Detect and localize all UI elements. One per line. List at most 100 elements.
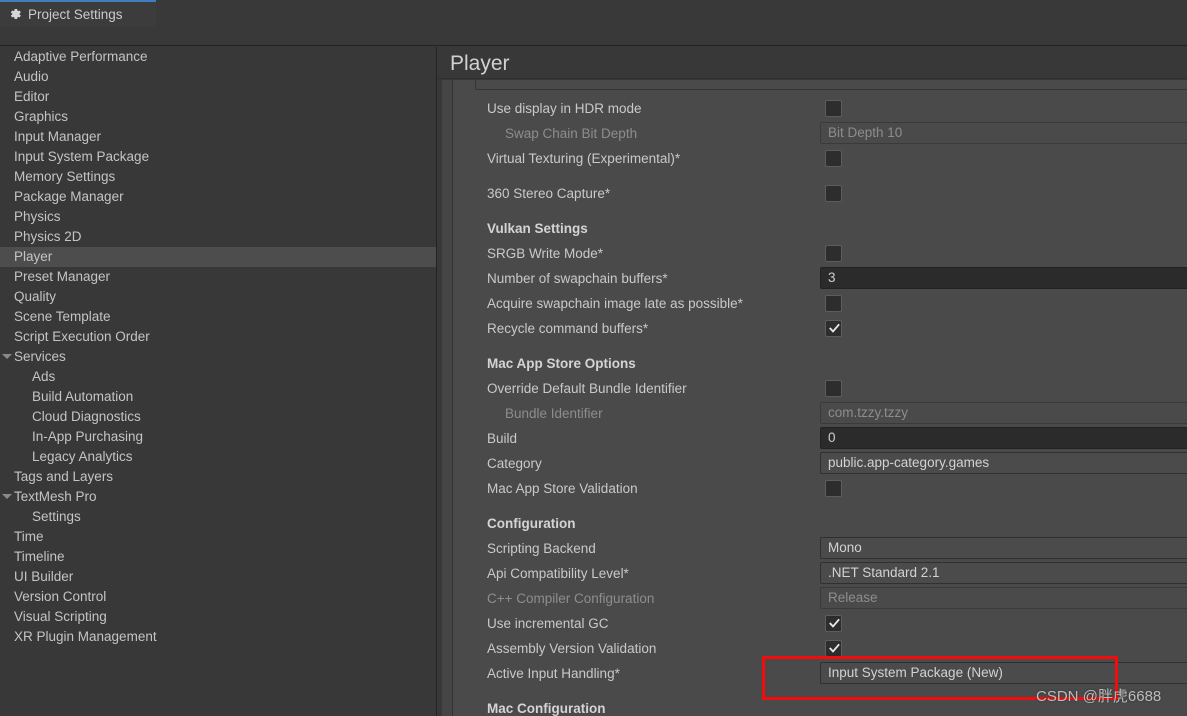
checkbox-assembly-version-validation[interactable] xyxy=(825,640,842,657)
sidebar-item-timeline[interactable]: Timeline xyxy=(0,547,436,567)
page-title: Player xyxy=(438,47,1187,79)
sidebar-item-services[interactable]: Services xyxy=(0,347,436,367)
sidebar-item-label: Physics 2D xyxy=(14,229,82,244)
sidebar-item-script-execution-order[interactable]: Script Execution Order xyxy=(0,327,436,347)
dropdown-api-compatibility-level[interactable]: .NET Standard 2.1 xyxy=(820,562,1187,584)
setting-row-srgb-write-mode: SRGB Write Mode* xyxy=(453,241,1187,266)
sidebar-item-build-automation[interactable]: Build Automation xyxy=(0,387,436,407)
toolbar-strip xyxy=(0,26,1187,46)
input-build[interactable]: 0 xyxy=(820,427,1187,449)
checkbox-use-incremental-gc[interactable] xyxy=(825,615,842,632)
setting-row-mac-app-store-validation: Mac App Store Validation xyxy=(453,476,1187,501)
sidebar-item-legacy-analytics[interactable]: Legacy Analytics xyxy=(0,447,436,467)
checkbox-360-stereo-capture[interactable] xyxy=(825,185,842,202)
sidebar-item-visual-scripting[interactable]: Visual Scripting xyxy=(0,607,436,627)
setting-label: C++ Compiler Configuration xyxy=(487,591,655,606)
setting-row-override-default-bundle-identifier: Override Default Bundle Identifier xyxy=(453,376,1187,401)
setting-row-c-compiler-configuration: C++ Compiler Configuration Release xyxy=(453,586,1187,611)
section-header-label: Configuration xyxy=(487,516,576,531)
setting-label: Use incremental GC xyxy=(487,616,609,631)
sidebar-item-settings[interactable]: Settings xyxy=(0,507,436,527)
checkbox-use-display-in-hdr-mode[interactable] xyxy=(825,100,842,117)
sidebar-item-time[interactable]: Time xyxy=(0,527,436,547)
sidebar-item-label: Adaptive Performance xyxy=(14,49,148,64)
chevron-down-icon[interactable] xyxy=(2,354,12,359)
sidebar-item-cloud-diagnostics[interactable]: Cloud Diagnostics xyxy=(0,407,436,427)
sidebar-item-label: Cloud Diagnostics xyxy=(32,409,141,424)
sidebar-item-audio[interactable]: Audio xyxy=(0,67,436,87)
sidebar-item-package-manager[interactable]: Package Manager xyxy=(0,187,436,207)
tab-project-settings[interactable]: Project Settings xyxy=(0,0,156,26)
dropdown-active-input-handling[interactable]: Input System Package (New) xyxy=(820,662,1187,684)
sidebar-item-label: Audio xyxy=(14,69,49,84)
sidebar-item-in-app-purchasing[interactable]: In-App Purchasing xyxy=(0,427,436,447)
sidebar-item-editor[interactable]: Editor xyxy=(0,87,436,107)
sidebar-item-label: Tags and Layers xyxy=(14,469,114,484)
checkbox-mac-app-store-validation[interactable] xyxy=(825,480,842,497)
sidebar-item-graphics[interactable]: Graphics xyxy=(0,107,436,127)
settings-category-list[interactable]: Adaptive Performance Audio Editor Graphics I… xyxy=(0,47,437,716)
gear-icon xyxy=(10,8,21,20)
sidebar-item-label: Ads xyxy=(32,369,56,384)
setting-row-swap-chain-bit-depth: Swap Chain Bit Depth Bit Depth 10 xyxy=(453,121,1187,146)
sidebar-item-textmesh-pro[interactable]: TextMesh Pro xyxy=(0,487,436,507)
sidebar-item-tags-and-layers[interactable]: Tags and Layers xyxy=(0,467,436,487)
section-header-mac-app-store-options: Mac App Store Options xyxy=(453,351,1187,376)
setting-row-acquire-swapchain-image-late-as-possible: Acquire swapchain image late as possible… xyxy=(453,291,1187,316)
setting-label: Api Compatibility Level* xyxy=(487,566,629,581)
checkbox-acquire-swapchain-image-late-as-possible[interactable] xyxy=(825,295,842,312)
setting-label: 360 Stereo Capture* xyxy=(487,186,611,201)
setting-label: SRGB Write Mode* xyxy=(487,246,604,261)
watermark: CSDN @胖虎6688 xyxy=(1036,688,1162,705)
sidebar-item-label: Settings xyxy=(32,509,81,524)
checkbox-recycle-command-buffers[interactable] xyxy=(825,320,842,337)
setting-label: Category xyxy=(487,456,542,471)
sidebar-item-label: Memory Settings xyxy=(14,169,116,184)
setting-label: Bundle Identifier xyxy=(505,406,603,421)
settings-scroll-area[interactable]: Use display in HDR mode Swap Chain Bit De… xyxy=(438,80,1187,716)
sidebar-item-label: Quality xyxy=(14,289,57,304)
setting-label: Swap Chain Bit Depth xyxy=(505,126,638,141)
dropdown-scripting-backend[interactable]: Mono xyxy=(820,537,1187,559)
chevron-down-icon[interactable] xyxy=(2,494,12,499)
tab-bar: Project Settings xyxy=(0,0,1187,26)
sidebar-item-preset-manager[interactable]: Preset Manager xyxy=(0,267,436,287)
sidebar-item-adaptive-performance[interactable]: Adaptive Performance xyxy=(0,47,436,67)
sidebar-item-input-manager[interactable]: Input Manager xyxy=(0,127,436,147)
sidebar-item-label: Package Manager xyxy=(14,189,124,204)
sidebar-item-physics[interactable]: Physics xyxy=(0,207,436,227)
clipped-row-above xyxy=(475,80,1187,90)
sidebar-item-ui-builder[interactable]: UI Builder xyxy=(0,567,436,587)
sidebar-item-physics-2d[interactable]: Physics 2D xyxy=(0,227,436,247)
section-header-configuration: Configuration xyxy=(453,511,1187,536)
sidebar-item-ads[interactable]: Ads xyxy=(0,367,436,387)
sidebar-item-input-system-package[interactable]: Input System Package xyxy=(0,147,436,167)
checkbox-srgb-write-mode[interactable] xyxy=(825,245,842,262)
setting-label: Acquire swapchain image late as possible… xyxy=(487,296,743,311)
sidebar-item-label: UI Builder xyxy=(14,569,74,584)
setting-row-360-stereo-capture: 360 Stereo Capture* xyxy=(453,181,1187,206)
setting-row-number-of-swapchain-buffers: Number of swapchain buffers* 3 xyxy=(453,266,1187,291)
setting-label: Active Input Handling* xyxy=(487,666,620,681)
setting-row-category: Category public.app-category.games xyxy=(453,451,1187,476)
sidebar-item-player[interactable]: Player xyxy=(0,247,436,267)
sidebar-item-version-control[interactable]: Version Control xyxy=(0,587,436,607)
check-icon xyxy=(829,618,840,628)
sidebar-item-label: Player xyxy=(14,249,53,264)
checkbox-override-default-bundle-identifier[interactable] xyxy=(825,380,842,397)
sidebar-item-xr-plugin-management[interactable]: XR Plugin Management xyxy=(0,627,436,647)
sidebar-item-memory-settings[interactable]: Memory Settings xyxy=(0,167,436,187)
tab-label: Project Settings xyxy=(28,6,123,22)
sidebar-item-scene-template[interactable]: Scene Template xyxy=(0,307,436,327)
section-header-label: Mac App Store Options xyxy=(487,356,636,371)
sidebar-item-label: Graphics xyxy=(14,109,69,124)
dropdown-category[interactable]: public.app-category.games xyxy=(820,452,1187,474)
input-number-of-swapchain-buffers[interactable]: 3 xyxy=(820,267,1187,289)
setting-row-assembly-version-validation: Assembly Version Validation xyxy=(453,636,1187,661)
setting-row-use-incremental-gc: Use incremental GC xyxy=(453,611,1187,636)
setting-label: Scripting Backend xyxy=(487,541,596,556)
sidebar-item-label: TextMesh Pro xyxy=(14,489,97,504)
sidebar-item-quality[interactable]: Quality xyxy=(0,287,436,307)
sidebar-item-label: Visual Scripting xyxy=(14,609,107,624)
checkbox-virtual-texturing-experimental[interactable] xyxy=(825,150,842,167)
